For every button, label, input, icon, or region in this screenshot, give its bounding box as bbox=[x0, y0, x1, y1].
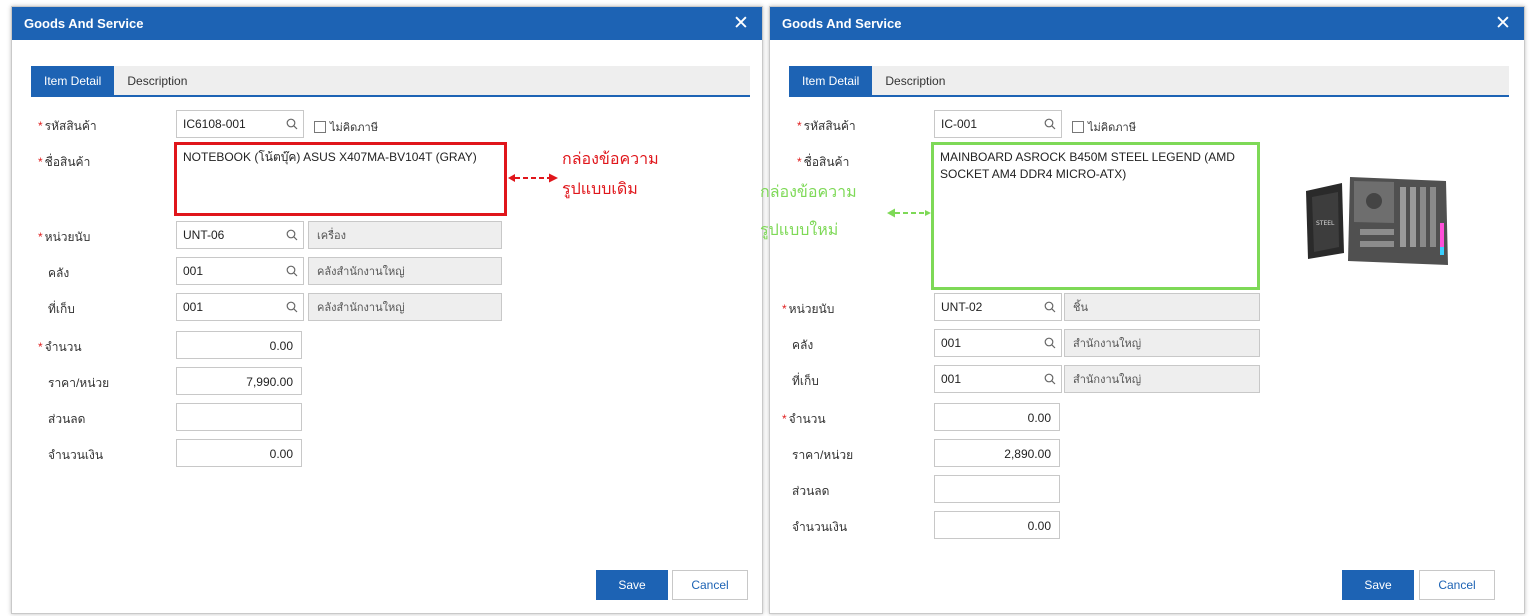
dialog-titlebar: Goods And Service ✕ bbox=[12, 7, 762, 40]
cancel-button[interactable]: Cancel bbox=[1419, 570, 1495, 600]
unit-price-input[interactable]: 7,990.00 bbox=[176, 367, 302, 395]
no-tax-checkbox[interactable]: ไม่คิดภาษี bbox=[1072, 118, 1136, 136]
warehouse-input[interactable]: 001 bbox=[934, 329, 1062, 357]
item-code-label: * รหัสสินค้า bbox=[797, 119, 856, 133]
quantity-input[interactable]: 0.00 bbox=[176, 331, 302, 359]
location-label: ที่เก็บ bbox=[48, 302, 75, 316]
new-format-label: กล่องข้อความ รูปแบบใหม่ bbox=[760, 184, 857, 239]
unit-label: * หน่วยนับ bbox=[782, 302, 835, 316]
goods-service-dialog-old: Goods And Service ✕ Item Detail Descript… bbox=[11, 6, 763, 614]
item-name-textarea[interactable]: MAINBOARD ASROCK B450M STEEL LEGEND (AMD… bbox=[931, 142, 1260, 290]
quantity-input[interactable]: 0.00 bbox=[934, 403, 1060, 431]
save-button[interactable]: Save bbox=[1342, 570, 1414, 600]
tab-description[interactable]: Description bbox=[114, 66, 200, 95]
tab-description[interactable]: Description bbox=[872, 66, 958, 95]
search-icon[interactable] bbox=[281, 229, 303, 241]
old-format-label: กล่องข้อความ รูปแบบเดิม bbox=[562, 151, 659, 198]
unit-input[interactable]: UNT-02 bbox=[934, 293, 1062, 321]
unit-description: เครื่อง bbox=[308, 221, 502, 249]
close-icon[interactable]: ✕ bbox=[732, 14, 750, 33]
cancel-button[interactable]: Cancel bbox=[672, 570, 748, 600]
item-code-input[interactable]: IC-001 bbox=[934, 110, 1062, 138]
unit-price-label: ราคา/หน่วย bbox=[48, 376, 110, 390]
search-icon[interactable] bbox=[281, 118, 303, 130]
motherboard-product-image: STEEL bbox=[1298, 167, 1458, 275]
search-icon[interactable] bbox=[281, 301, 303, 313]
warehouse-description: สำนักงานใหญ่ bbox=[1064, 329, 1260, 357]
search-icon[interactable] bbox=[281, 265, 303, 277]
unit-price-input[interactable]: 2,890.00 bbox=[934, 439, 1060, 467]
tab-item-detail[interactable]: Item Detail bbox=[31, 66, 115, 95]
location-description: คลังสำนักงานใหญ่ bbox=[308, 293, 502, 321]
discount-input[interactable] bbox=[176, 403, 302, 431]
location-input[interactable]: 001 bbox=[934, 365, 1062, 393]
amount-input[interactable]: 0.00 bbox=[176, 439, 302, 467]
discount-label: ส่วนลด bbox=[48, 412, 86, 426]
dialog-title: Goods And Service bbox=[782, 16, 902, 31]
search-icon[interactable] bbox=[1039, 301, 1061, 313]
warehouse-description: คลังสำนักงานใหญ่ bbox=[308, 257, 502, 285]
dialog-title: Goods And Service bbox=[24, 16, 144, 31]
warehouse-label: คลัง bbox=[48, 266, 70, 280]
close-icon[interactable]: ✕ bbox=[1494, 14, 1512, 33]
checkbox-box[interactable] bbox=[314, 121, 326, 133]
tab-item-detail[interactable]: Item Detail bbox=[789, 66, 873, 95]
unit-price-label: ราคา/หน่วย bbox=[792, 448, 854, 462]
discount-label: ส่วนลด bbox=[792, 484, 830, 498]
save-button[interactable]: Save bbox=[596, 570, 668, 600]
tab-bar: Item Detail Description bbox=[789, 66, 1509, 97]
checkbox-box[interactable] bbox=[1072, 121, 1084, 133]
location-description: สำนักงานใหญ่ bbox=[1064, 365, 1260, 393]
green-arrow-icon bbox=[887, 208, 931, 218]
amount-label: จำนวนเงิน bbox=[48, 448, 104, 462]
amount-label: จำนวนเงิน bbox=[792, 520, 848, 534]
item-name-textarea[interactable]: NOTEBOOK (โน้ตบุ๊ค) ASUS X407MA-BV104T (… bbox=[174, 142, 507, 216]
unit-description: ชิ้น bbox=[1064, 293, 1260, 321]
item-name-label: * ชื่อสินค้า bbox=[797, 155, 850, 169]
location-input[interactable]: 001 bbox=[176, 293, 304, 321]
quantity-label: * จำนวน bbox=[782, 412, 826, 426]
item-code-input[interactable]: IC6108-001 bbox=[176, 110, 304, 138]
red-arrow-icon bbox=[508, 173, 558, 183]
item-name-label: * ชื่อสินค้า bbox=[38, 155, 91, 169]
discount-input[interactable] bbox=[934, 475, 1060, 503]
svg-text:STEEL: STEEL bbox=[1316, 220, 1335, 227]
amount-input[interactable]: 0.00 bbox=[934, 511, 1060, 539]
item-code-label: * รหัสสินค้า bbox=[38, 119, 97, 133]
tab-bar: Item Detail Description bbox=[31, 66, 750, 97]
quantity-label: * จำนวน bbox=[38, 340, 82, 354]
goods-service-dialog-new: Goods And Service ✕ Item Detail Descript… bbox=[769, 6, 1525, 614]
search-icon[interactable] bbox=[1039, 337, 1061, 349]
unit-label: * หน่วยนับ bbox=[38, 230, 91, 244]
dialog-titlebar: Goods And Service ✕ bbox=[770, 7, 1524, 40]
warehouse-label: คลัง bbox=[792, 338, 814, 352]
warehouse-input[interactable]: 001 bbox=[176, 257, 304, 285]
search-icon[interactable] bbox=[1039, 118, 1061, 130]
location-label: ที่เก็บ bbox=[792, 374, 819, 388]
no-tax-checkbox[interactable]: ไม่คิดภาษี bbox=[314, 118, 378, 136]
unit-input[interactable]: UNT-06 bbox=[176, 221, 304, 249]
search-icon[interactable] bbox=[1039, 373, 1061, 385]
